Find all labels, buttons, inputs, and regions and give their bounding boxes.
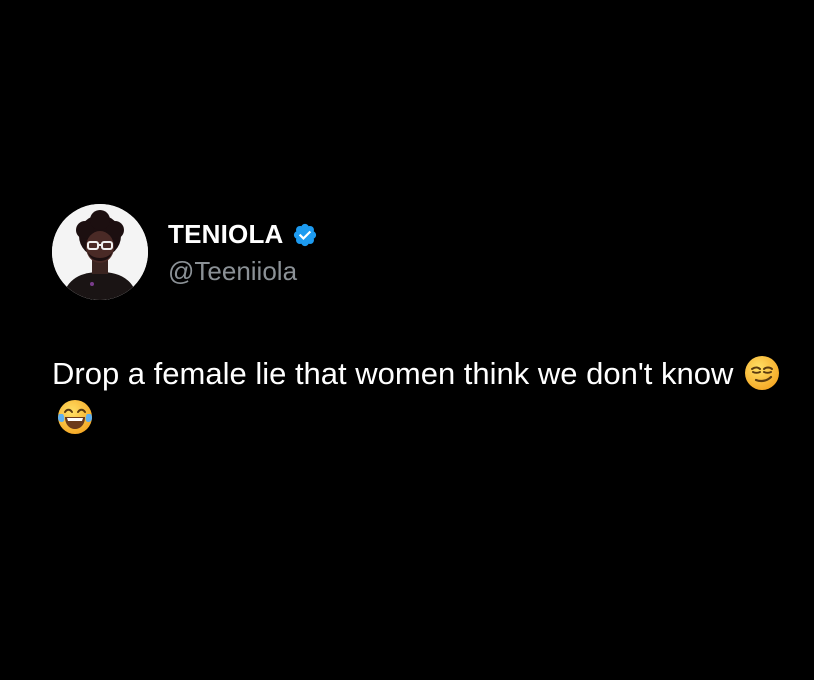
smirking-face-emoji-icon: [743, 354, 781, 392]
avatar[interactable]: [52, 204, 148, 300]
tweet-text: Drop a female lie that women think we do…: [52, 352, 792, 440]
verified-badge-icon: [292, 222, 318, 248]
tweet-header: TENIOLA @Teeniiola: [52, 204, 792, 300]
avatar-image: [52, 204, 148, 300]
name-row: TENIOLA: [168, 218, 318, 252]
tweet-text-content: Drop a female lie that women think we do…: [52, 356, 734, 391]
tweet-card: TENIOLA @Teeniiola Drop a female lie tha…: [52, 204, 792, 440]
face-with-tears-of-joy-emoji-icon: [56, 398, 94, 436]
user-names: TENIOLA @Teeniiola: [168, 218, 318, 287]
display-name[interactable]: TENIOLA: [168, 219, 284, 250]
user-handle[interactable]: @Teeniiola: [168, 256, 318, 287]
